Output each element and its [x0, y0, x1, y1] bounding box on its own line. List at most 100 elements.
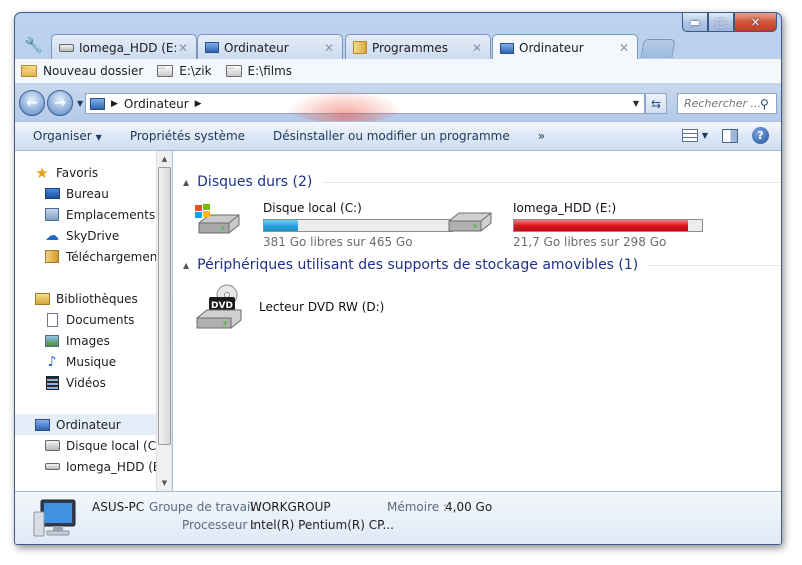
bookmark-nouveau-dossier[interactable]: Nouveau dossier [21, 64, 143, 78]
film-icon [44, 375, 60, 391]
dvd-drive-item[interactable]: DVD Lecteur DVD RW (D:) [193, 284, 384, 332]
tab-ordinateur-active[interactable]: Ordinateur ✕ [492, 34, 638, 61]
bookmark-label: E:\zik [179, 64, 212, 78]
tab-label: Ordinateur [519, 41, 584, 55]
processor-value: Intel(R) Pentium(R) CP... [250, 518, 394, 532]
music-note-icon: ♪ [47, 353, 57, 370]
bookmark-films[interactable]: E:\films [225, 64, 293, 78]
refresh-button[interactable]: ⇆ [645, 93, 667, 114]
drive-item-c[interactable]: Disque local (C:) 381 Go libres sur 465 … [193, 201, 453, 249]
drive-icon [59, 43, 74, 52]
sidebar-item-local-disk[interactable]: Disque local (C:) [44, 435, 171, 456]
group-title: Disques durs (2) [197, 174, 313, 190]
breadcrumb-arrow-icon[interactable]: ▶ [195, 99, 202, 109]
chevron-down-icon[interactable]: ▼ [702, 131, 708, 140]
tab-close-icon[interactable]: ✕ [322, 41, 336, 55]
preview-pane-icon[interactable] [722, 128, 738, 143]
drive-name: Disque local (C:) [263, 201, 362, 215]
history-dropdown-icon[interactable]: ▼ [77, 99, 83, 108]
sidebar-item-skydrive[interactable]: ☁ SkyDrive [44, 225, 171, 246]
drive-name: Iomega_HDD (E:) [513, 201, 617, 215]
sidebar-item-recent-places[interactable]: Emplacements ré [44, 204, 171, 225]
sidebar-item-downloads[interactable]: Téléchargements [44, 246, 171, 267]
sidebar-item-label: Favoris [56, 165, 99, 180]
folder-icon [21, 65, 37, 77]
drive-name: Lecteur DVD RW (D:) [259, 300, 385, 314]
bookmark-label: E:\films [247, 64, 293, 78]
maximize-button[interactable]: ▢ [708, 13, 734, 32]
group-header-removable[interactable]: ▲ Périphériques utilisant des supports d… [183, 257, 781, 273]
group-divider [322, 181, 781, 183]
sidebar-item-iomega[interactable]: Iomega_HDD (E:) [44, 456, 171, 477]
forward-button[interactable]: → [47, 90, 73, 116]
tab-iomega[interactable]: Iomega_HDD (E:) ✕ [51, 34, 197, 60]
sidebar-item-images[interactable]: Images [44, 330, 171, 351]
content-pane: ▲ Disques durs (2) Disque local (C:) 381… [173, 151, 781, 491]
drive-icon [448, 212, 492, 232]
sidebar-item-favorites[interactable]: ★ Favoris [34, 162, 171, 183]
drive-info: Iomega_HDD (E:) 21,7 Go libres sur 298 G… [513, 201, 703, 249]
scroll-up-icon[interactable]: ▲ [157, 151, 171, 167]
search-input[interactable] [684, 97, 760, 110]
sidebar-item-computer[interactable]: Ordinateur [15, 414, 156, 435]
caption-buttons: ▬ ▢ ✕ [682, 13, 777, 32]
cloud-icon: ☁ [45, 227, 59, 244]
sidebar-item-documents[interactable]: Documents [44, 309, 171, 330]
address-bar[interactable]: ▶ Ordinateur ▶ ▼ [85, 93, 645, 114]
sidebar-item-videos[interactable]: Vidéos [44, 372, 171, 393]
nav-scrollbar[interactable]: ▲ ▼ [156, 151, 171, 491]
scrollbar-thumb[interactable] [158, 167, 171, 445]
sidebar-item-libraries[interactable]: Bibliothèques [34, 288, 171, 309]
sidebar-item-label: Bureau [66, 186, 109, 201]
tab-programmes[interactable]: Programmes ✕ [345, 34, 491, 60]
dvd-drive-icon: DVD [196, 284, 242, 329]
drive-free-space: 21,7 Go libres sur 298 Go [513, 235, 667, 249]
drive-item-e[interactable]: Iomega_HDD (E:) 21,7 Go libres sur 298 G… [445, 201, 703, 249]
tab-ordinateur-1[interactable]: Ordinateur ✕ [197, 34, 343, 60]
bookmark-label: Nouveau dossier [43, 64, 144, 78]
close-button[interactable]: ✕ [734, 13, 777, 32]
computer-icon [33, 499, 76, 537]
tab-close-icon[interactable]: ✕ [176, 41, 190, 55]
details-pane: ASUS-PC Groupe de travail : WORKGROUP Mé… [15, 491, 781, 544]
windows-drive-icon [195, 204, 240, 234]
system-properties-button[interactable]: Propriétés système [116, 129, 259, 143]
group-header-hard-disks[interactable]: ▲ Disques durs (2) [183, 174, 781, 190]
help-icon[interactable]: ? [752, 127, 769, 144]
breadcrumb-ordinateur[interactable]: Ordinateur [124, 97, 189, 111]
back-button[interactable]: ← [19, 90, 45, 116]
uninstall-button[interactable]: Désinstaller ou modifier un programme [259, 129, 524, 143]
more-commands-button[interactable]: » [524, 129, 559, 143]
organize-menu[interactable]: Organiser ▼ [15, 129, 116, 143]
breadcrumb-arrow-icon[interactable]: ▶ [111, 99, 118, 109]
search-icon[interactable]: ⚲ [760, 97, 769, 111]
tab-close-icon[interactable]: ✕ [617, 41, 631, 55]
libraries-icon [34, 291, 50, 307]
change-view-icon[interactable] [681, 129, 698, 142]
sidebar-item-label: Iomega_HDD (E:) [66, 459, 170, 474]
bookmark-zik[interactable]: E:\zik [157, 64, 212, 78]
desktop-icon [44, 186, 60, 202]
sidebar-item-music[interactable]: ♪ Musique [44, 351, 171, 372]
view-controls: ▼ ? [681, 127, 769, 144]
search-box[interactable]: ⚲ [677, 93, 777, 114]
recent-places-icon [44, 207, 60, 223]
tab-label: Programmes [372, 40, 448, 55]
collapse-triangle-icon[interactable]: ▲ [183, 178, 189, 187]
sidebar-item-label: Bibliothèques [56, 291, 138, 306]
command-bar: Organiser ▼ Propriétés système Désinstall… [15, 121, 781, 151]
windows-drive-icon [44, 438, 60, 454]
images-icon [44, 333, 60, 349]
drive-info: Disque local (C:) 381 Go libres sur 465 … [263, 201, 453, 249]
folder-icon [157, 65, 174, 77]
minimize-button[interactable]: ▬ [682, 13, 708, 32]
sidebar-item-desktop[interactable]: Bureau [44, 183, 171, 204]
collapse-triangle-icon[interactable]: ▲ [183, 261, 189, 270]
address-dropdown-icon[interactable]: ▼ [628, 99, 644, 108]
drive-usage-fill [264, 220, 298, 231]
scroll-down-icon[interactable]: ▼ [157, 475, 171, 491]
tab-close-icon[interactable]: ✕ [470, 41, 484, 55]
new-tab-button[interactable] [640, 39, 676, 58]
folder-icon [353, 41, 367, 54]
wrench-icon[interactable]: 🔧 [24, 36, 43, 54]
